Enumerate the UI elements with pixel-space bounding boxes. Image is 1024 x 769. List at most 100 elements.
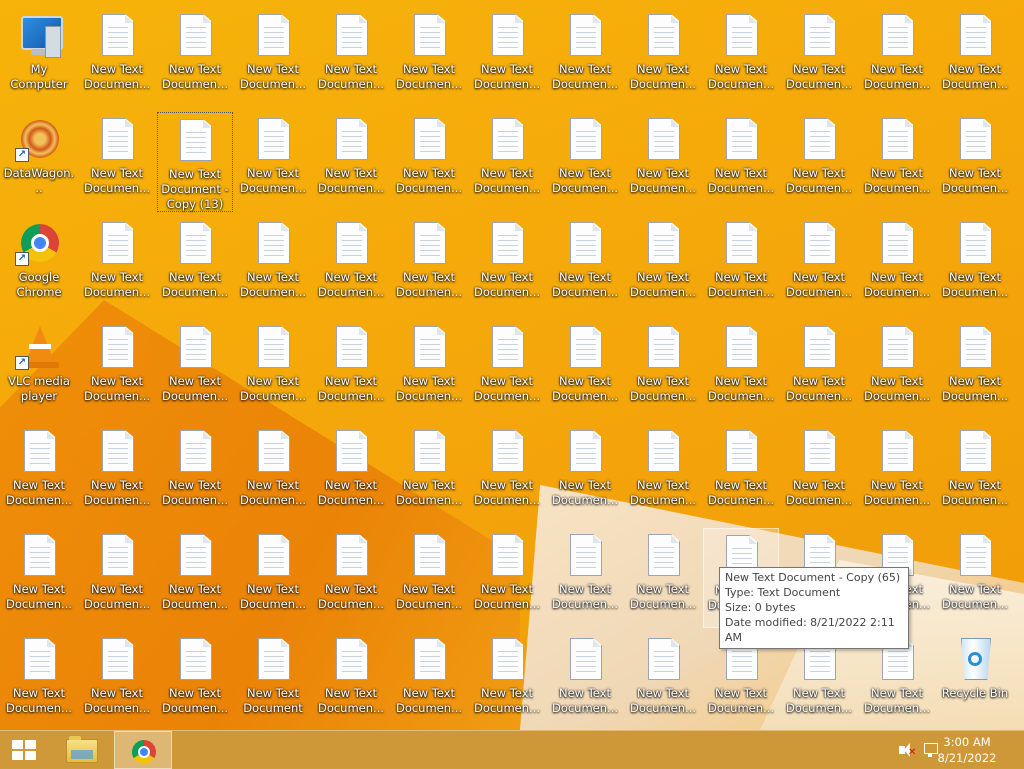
desktop-icon-text-document[interactable]: New Text Documen... xyxy=(625,424,701,524)
text-document-icon xyxy=(561,324,609,372)
desktop-icon-text-document[interactable]: New Text Documen... xyxy=(79,112,155,212)
text-document-icon xyxy=(873,116,921,164)
text-document-icon xyxy=(951,324,999,372)
desktop-icon-text-document[interactable]: New Text Documen... xyxy=(79,424,155,524)
text-document-icon xyxy=(405,532,453,580)
taskbar-chrome-button[interactable] xyxy=(114,731,172,769)
desktop-icon-text-document[interactable]: New Text Documen... xyxy=(391,216,467,316)
taskbar-file-explorer-button[interactable] xyxy=(57,731,105,769)
desktop-icon-text-document[interactable]: New Text Documen... xyxy=(313,424,389,524)
desktop-icon-label: New Text Documen... xyxy=(785,166,853,195)
desktop-icon-text-document[interactable]: New Text Documen... xyxy=(235,112,311,212)
desktop-icon-text-document[interactable]: New Text Documen... xyxy=(235,8,311,108)
desktop-icon-text-document[interactable]: New Text Documen... xyxy=(157,320,233,420)
desktop-icon-text-document[interactable]: New Text Documen... xyxy=(703,112,779,212)
desktop-icon-text-document[interactable]: New Text Documen... xyxy=(313,8,389,108)
desktop-icon-text-document[interactable]: New Text Documen... xyxy=(547,216,623,316)
desktop-icon-text-document[interactable]: New Text Documen... xyxy=(547,632,623,732)
desktop-icon-text-document[interactable]: New Text Documen... xyxy=(391,632,467,732)
desktop-icon-text-document[interactable]: New Text Documen... xyxy=(1,528,77,628)
desktop-icon-text-document[interactable]: New Text Documen... xyxy=(235,216,311,316)
desktop-icon-text-document[interactable]: New Text Documen... xyxy=(391,424,467,524)
desktop-icon-text-document[interactable]: New Text Documen... xyxy=(781,320,857,420)
desktop-icon-text-document[interactable]: New Text Documen... xyxy=(79,632,155,732)
desktop-icon-text-document[interactable]: New Text Documen... xyxy=(313,528,389,628)
desktop-icon-text-document[interactable]: New Text Documen... xyxy=(781,424,857,524)
taskbar-clock[interactable]: 3:00 AM 8/21/2022 xyxy=(932,734,1002,766)
text-document-icon xyxy=(639,324,687,372)
desktop-icon-text-document[interactable]: New Text Documen... xyxy=(79,216,155,316)
desktop-icon-datawagon[interactable]: ↗ DataWagon... xyxy=(1,112,77,212)
desktop-icon-text-document[interactable]: New Text Documen... xyxy=(937,216,1013,316)
desktop-icon-text-document[interactable]: New Text Documen... xyxy=(469,8,545,108)
desktop-icon-text-document[interactable]: New Text Documen... xyxy=(625,112,701,212)
desktop-icon-text-document[interactable]: New Text Documen... xyxy=(469,320,545,420)
desktop-icon-label: New Text Documen... xyxy=(473,686,541,715)
desktop-icon-text-document[interactable]: New Text Documen... xyxy=(79,8,155,108)
desktop-icon-text-document[interactable]: New Text Documen... xyxy=(313,112,389,212)
desktop-icon-text-document[interactable]: New Text Documen... xyxy=(157,216,233,316)
desktop-icon-text-document[interactable]: New Text Documen... xyxy=(547,528,623,628)
desktop-icon-recycle[interactable]: Recycle Bin xyxy=(937,632,1013,732)
desktop-icon-text-document[interactable]: New Text Documen... xyxy=(625,528,701,628)
desktop-icon-computer[interactable]: My Computer xyxy=(1,8,77,108)
desktop-icon-text-document[interactable]: New Text Documen... xyxy=(469,112,545,212)
desktop-icon-text-document[interactable]: New Text Documen... xyxy=(469,528,545,628)
speaker-muted-icon[interactable]: ✕ xyxy=(898,742,916,758)
desktop-icon-text-document[interactable]: New Text Documen... xyxy=(157,632,233,732)
desktop-icon-text-document[interactable]: New Text Documen... xyxy=(547,320,623,420)
text-document-icon xyxy=(327,324,375,372)
desktop-icon-text-document[interactable]: New Text Documen... xyxy=(1,632,77,732)
desktop-icon-text-document[interactable]: New Text Documen... xyxy=(313,320,389,420)
desktop-icon-text-document[interactable]: New Text Documen... xyxy=(79,528,155,628)
desktop-icon-text-document[interactable]: New Text Documen... xyxy=(391,528,467,628)
desktop-icon-text-document[interactable]: New Text Documen... xyxy=(937,424,1013,524)
desktop-icon-label: New Text Documen... xyxy=(785,686,853,715)
desktop-icon-label: New Text Documen... xyxy=(239,166,307,195)
desktop-icon-text-document[interactable]: New Text Documen... xyxy=(547,112,623,212)
desktop-icon-chrome[interactable]: ↗ Google Chrome xyxy=(1,216,77,316)
desktop-icon-text-document[interactable]: New Text Documen... xyxy=(469,216,545,316)
desktop-icon-text-document[interactable]: New Text Documen... xyxy=(547,8,623,108)
desktop-icon-text-document[interactable]: New Text Documen... xyxy=(625,216,701,316)
desktop-icon-text-document[interactable]: New Text Documen... xyxy=(859,424,935,524)
desktop-icon-text-document[interactable]: New Text Documen... xyxy=(313,216,389,316)
desktop-icon-text-document[interactable]: New Text Documen... xyxy=(937,320,1013,420)
desktop-icon-text-document[interactable]: New Text Documen... xyxy=(157,528,233,628)
desktop-icon-text-document[interactable]: New Text Documen... xyxy=(781,8,857,108)
desktop-icon-text-document[interactable]: New Text Documen... xyxy=(859,216,935,316)
desktop-icon-text-document[interactable]: New Text Documen... xyxy=(235,320,311,420)
desktop-icon-text-document[interactable]: New Text Documen... xyxy=(937,8,1013,108)
desktop-icon-text-document[interactable]: New Text Documen... xyxy=(157,424,233,524)
desktop-icon-text-document[interactable]: New Text Documen... xyxy=(781,216,857,316)
desktop-icon-text-document[interactable]: New Text Documen... xyxy=(937,112,1013,212)
desktop-icon-text-document[interactable]: New Text Documen... xyxy=(625,320,701,420)
desktop-icon-text-document[interactable]: New Text Documen... xyxy=(391,112,467,212)
start-button[interactable] xyxy=(0,731,48,769)
desktop-icon-text-document[interactable]: New Text Documen... xyxy=(937,528,1013,628)
desktop-icon-text-document[interactable]: New Text Documen... xyxy=(235,528,311,628)
desktop-icon-text-document[interactable]: New Text Documen... xyxy=(313,632,389,732)
desktop-icon-text-document[interactable]: New Text Documen... xyxy=(235,424,311,524)
desktop-icon-text-document[interactable]: New Text Documen... xyxy=(547,424,623,524)
desktop-icon-text-document[interactable]: New Text Documen... xyxy=(625,632,701,732)
desktop-icon-text-document[interactable]: New Text Documen... xyxy=(1,424,77,524)
desktop-icon-text-document[interactable]: New Text Documen... xyxy=(703,216,779,316)
desktop-icon-text-document[interactable]: New Text Documen... xyxy=(469,424,545,524)
desktop-icon-text-document[interactable]: New Text Documen... xyxy=(703,424,779,524)
desktop-icon-text-document[interactable]: New Text Document xyxy=(235,632,311,732)
desktop-icon-text-document[interactable]: New Text Documen... xyxy=(391,320,467,420)
desktop-icon-text-document[interactable]: New Text Documen... xyxy=(703,8,779,108)
desktop-icon-text-document[interactable]: New Text Documen... xyxy=(469,632,545,732)
desktop-icon-text-document[interactable]: New Text Documen... xyxy=(157,8,233,108)
desktop-icon-text-document[interactable]: New Text Documen... xyxy=(859,320,935,420)
desktop-icon-text-document[interactable]: New Text Documen... xyxy=(859,112,935,212)
desktop-icon-vlc[interactable]: ↗ VLC media player xyxy=(1,320,77,420)
desktop-icon-text-document[interactable]: New Text Documen... xyxy=(391,8,467,108)
desktop-icon-text-document[interactable]: New Text Documen... xyxy=(703,320,779,420)
desktop-icon-text-document[interactable]: New Text Documen... xyxy=(859,8,935,108)
desktop-icon-text-document[interactable]: New Text Documen... xyxy=(79,320,155,420)
desktop-icon-text-document[interactable]: New Text Documen... xyxy=(625,8,701,108)
desktop-icon-text-document[interactable]: New Text Document - Copy (13) xyxy=(157,112,233,212)
desktop-icon-text-document[interactable]: New Text Documen... xyxy=(781,112,857,212)
